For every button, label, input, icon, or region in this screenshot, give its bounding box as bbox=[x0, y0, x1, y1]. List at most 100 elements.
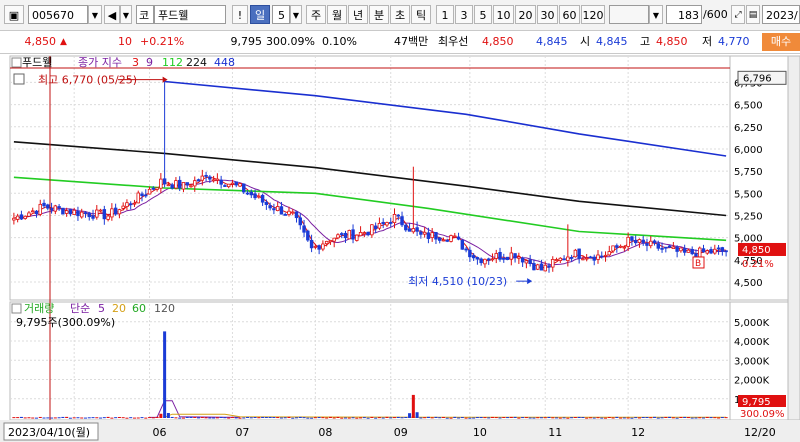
interval-1-button[interactable]: 1 bbox=[436, 5, 454, 24]
volume-bar bbox=[298, 416, 302, 418]
candle-body bbox=[434, 232, 438, 240]
candle-body bbox=[15, 215, 20, 220]
candle-body bbox=[313, 245, 318, 248]
interval-3-button[interactable]: 3 bbox=[455, 5, 473, 24]
candle-body bbox=[49, 207, 54, 211]
candle-body bbox=[257, 195, 261, 198]
candle-body bbox=[622, 246, 627, 249]
candle-body bbox=[170, 184, 174, 189]
candle-body bbox=[324, 240, 329, 245]
legend-ma112: 112 bbox=[162, 56, 183, 69]
window-menu-icon[interactable]: ▣ bbox=[4, 5, 24, 24]
custom-interval-field[interactable] bbox=[609, 5, 649, 24]
date-input[interactable]: 2023/1 bbox=[762, 5, 800, 24]
candle-body bbox=[136, 192, 140, 204]
candle-body bbox=[332, 237, 336, 242]
interval-20-button[interactable]: 20 bbox=[515, 5, 536, 24]
stock-name-field[interactable]: 푸드웰 bbox=[154, 5, 226, 24]
interval-120-button[interactable]: 120 bbox=[581, 5, 605, 24]
volume-bar bbox=[272, 417, 276, 419]
speaker-icon[interactable]: ◀ bbox=[104, 5, 120, 24]
candle-body bbox=[264, 201, 269, 205]
volume-bar bbox=[257, 417, 261, 419]
code-dropdown-icon[interactable]: ▼ bbox=[88, 5, 102, 24]
candle-body bbox=[72, 209, 76, 215]
candle-body bbox=[76, 210, 80, 217]
volume-bar bbox=[411, 394, 415, 418]
fullscreen-icon[interactable]: ⤢ bbox=[731, 5, 745, 24]
candle-body bbox=[238, 183, 242, 187]
candle-body bbox=[551, 259, 555, 268]
volume-bar bbox=[423, 417, 427, 419]
period-weekly-button[interactable]: 주 bbox=[306, 5, 326, 24]
stock-code-input[interactable]: 005670 bbox=[28, 5, 88, 24]
alert-button[interactable]: ! bbox=[232, 5, 248, 24]
volume-bar bbox=[698, 417, 702, 419]
interval-60-button[interactable]: 60 bbox=[559, 5, 580, 24]
volume-bar bbox=[671, 417, 675, 419]
candle-body bbox=[528, 259, 532, 264]
volume-bar bbox=[148, 417, 152, 419]
volume-bar bbox=[332, 417, 336, 419]
page-counter-field[interactable]: 183 bbox=[666, 5, 702, 24]
volume-bar bbox=[106, 416, 110, 418]
period-dropdown-icon[interactable]: ▼ bbox=[290, 5, 302, 24]
interval-5-button[interactable]: 5 bbox=[474, 5, 492, 24]
price-tick-label: 6,250 bbox=[734, 123, 763, 134]
volume-bar bbox=[570, 417, 574, 419]
high-price: 4,850 bbox=[656, 35, 688, 48]
volume-bar bbox=[558, 417, 562, 419]
volume-bar bbox=[374, 417, 378, 419]
change-box-label: 0.21% bbox=[742, 259, 774, 270]
volume-tick-label: 4,000K bbox=[734, 337, 770, 348]
period-minute-button[interactable]: 분 bbox=[369, 5, 389, 24]
period-value-field[interactable]: 5 bbox=[272, 5, 290, 24]
candle-body bbox=[283, 214, 287, 216]
volume-bar bbox=[121, 417, 125, 419]
period-yearly-button[interactable]: 년 bbox=[348, 5, 368, 24]
candle-body bbox=[193, 180, 197, 187]
volume-bar bbox=[713, 417, 717, 419]
month-label: 09 bbox=[394, 426, 408, 439]
candle-body bbox=[675, 246, 679, 252]
interval-30-button[interactable]: 30 bbox=[537, 5, 558, 24]
buy-button[interactable]: 매수 bbox=[762, 33, 800, 51]
volume-bar bbox=[268, 416, 272, 418]
up-arrow-icon: ▲ bbox=[60, 37, 67, 47]
candle-body bbox=[336, 234, 340, 239]
volume-bar bbox=[129, 417, 133, 419]
speaker-dropdown-icon[interactable]: ▼ bbox=[120, 5, 132, 24]
period-daily-button[interactable]: 일 bbox=[250, 5, 270, 24]
candle-body bbox=[566, 256, 570, 262]
period-tick-button[interactable]: 틱 bbox=[411, 5, 431, 24]
volume-bar bbox=[279, 417, 283, 419]
candle-body bbox=[505, 256, 510, 260]
collapse-volume-pane-icon[interactable] bbox=[11, 303, 22, 314]
volume-bar bbox=[313, 417, 317, 419]
grid-toggle-icon[interactable] bbox=[13, 73, 25, 85]
candle-body bbox=[61, 207, 65, 215]
candle-body bbox=[275, 206, 280, 212]
interval-10-button[interactable]: 10 bbox=[493, 5, 514, 24]
candle-body bbox=[554, 259, 559, 261]
save-icon[interactable]: ▤ bbox=[746, 5, 760, 24]
volume-bar bbox=[185, 416, 189, 418]
candle-body bbox=[279, 206, 284, 215]
candle-body bbox=[321, 243, 325, 250]
volume-bar bbox=[370, 416, 374, 418]
legend-ma448: 448 bbox=[214, 56, 235, 69]
volume-bar bbox=[151, 417, 155, 419]
candle-body bbox=[370, 224, 374, 236]
right-scrollbar[interactable] bbox=[787, 55, 800, 421]
collapse-pane-icon[interactable] bbox=[11, 57, 22, 68]
quote-bar: 4,850 ▲ 10 +0.21% 9,795 300.09% 0.10% 47… bbox=[0, 31, 800, 54]
volume-bar bbox=[27, 417, 31, 419]
volume-bar bbox=[291, 417, 295, 419]
candle-body bbox=[392, 214, 397, 224]
candle-body bbox=[456, 236, 461, 240]
volume-bar bbox=[524, 417, 528, 419]
candle-body bbox=[652, 240, 657, 244]
period-monthly-button[interactable]: 월 bbox=[327, 5, 347, 24]
custom-interval-dropdown-icon[interactable]: ▼ bbox=[649, 5, 663, 24]
period-second-button[interactable]: 초 bbox=[390, 5, 410, 24]
